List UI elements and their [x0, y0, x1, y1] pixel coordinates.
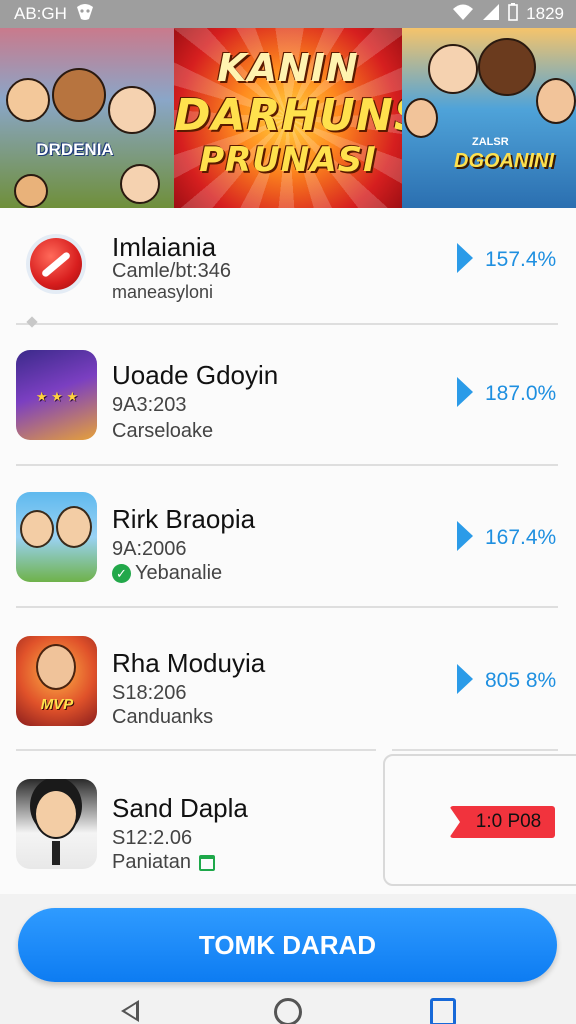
bottom-bar: TOMK DARAD [0, 894, 576, 1024]
app-subtitle: ✓ Yebanalie [112, 562, 222, 585]
banner-panel-left[interactable]: DRDENIA [0, 28, 174, 208]
system-nav-bar [0, 998, 576, 1024]
app-thumbnail-icon: ★ ★ ★ [16, 350, 97, 440]
status-time: 1829 [526, 4, 564, 23]
app-meta: S12:2.06 [112, 827, 193, 849]
verified-check-icon: ✓ [112, 564, 131, 583]
character-illustration [120, 164, 160, 204]
app-title: Sand Dapla [112, 793, 248, 823]
app-meta: Camle/bt:346 [112, 260, 231, 282]
battery-icon [508, 2, 518, 26]
character-illustration [428, 44, 478, 94]
home-icon[interactable] [274, 998, 302, 1024]
price-tag-text: 1:0 P08 [475, 811, 542, 832]
character-illustration [108, 86, 156, 134]
app-subtitle-text: Yebanalie [135, 562, 223, 584]
app-percent: 157.4% [485, 248, 557, 271]
app-subtitle-text: maneasyloni [112, 282, 214, 302]
promo-banner[interactable]: DRDENIA KANIN DARHUNS PRUNASI ZALSR DGOA… [0, 28, 576, 208]
app-subtitle: Canduanks [112, 706, 213, 729]
play-arrow-icon[interactable] [457, 243, 473, 273]
banner-title-line3: PRUNASI [199, 140, 377, 180]
status-bar: AB:GH 1829 [0, 0, 576, 28]
app-subtitle: Carseloake [112, 420, 213, 443]
app-title: Rirk Braopia [112, 504, 256, 534]
app-meta: 9A3:203 [112, 394, 187, 416]
app-subtitle-text: Canduanks [112, 706, 214, 728]
app-meta: S18:206 [112, 682, 187, 704]
app-meta: 9A:2006 [112, 538, 187, 560]
banner-panel-center[interactable]: KANIN DARHUNS PRUNASI [174, 28, 402, 208]
app-title: Rha Moduyia [112, 648, 266, 678]
character-illustration [404, 98, 438, 138]
back-icon[interactable] [121, 1000, 139, 1022]
status-left-text: AB:GH [14, 4, 67, 23]
character-illustration [536, 78, 576, 124]
character-illustration [478, 38, 536, 96]
shopping-bag-icon [198, 854, 215, 871]
app-thumbnail-icon: MVP [16, 636, 97, 726]
app-thumbnail-icon [16, 779, 97, 869]
character-illustration [6, 78, 50, 122]
banner-title-line1: KANIN [217, 46, 359, 90]
character-illustration [14, 174, 48, 208]
wifi-icon [452, 3, 474, 26]
character-illustration [52, 68, 106, 122]
play-arrow-icon[interactable] [457, 377, 473, 407]
app-logo-icon [30, 238, 82, 290]
banner-panel-right-label: DGOANINI [454, 150, 554, 172]
app-subtitle: maneasyloni [112, 282, 213, 303]
signal-icon [482, 3, 500, 26]
app-subtitle: Paniatan [112, 851, 215, 874]
app-percent: 167.4% [485, 526, 557, 549]
price-tag[interactable]: 1:0 P08 [449, 806, 555, 838]
app-subtitle-text: Carseloake [112, 420, 214, 442]
app-subtitle-text: Paniatan [112, 851, 191, 873]
app-thumbnail-icon [16, 492, 97, 582]
play-arrow-icon[interactable] [457, 521, 473, 551]
app-title: Uoade Gdoyin [112, 360, 279, 390]
banner-panel-left-label: DRDENIA [36, 140, 114, 159]
banner-title-line2: DARHUNS [174, 90, 402, 141]
recent-apps-icon[interactable] [430, 998, 456, 1024]
notification-icon [75, 3, 95, 26]
banner-panel-right-small: ZALSR [472, 136, 509, 148]
app-title: Imlaiania [112, 232, 217, 262]
play-arrow-icon[interactable] [457, 664, 473, 694]
app-percent: 187.0% [485, 382, 557, 405]
banner-panel-right[interactable]: ZALSR DGOANINI [402, 28, 576, 208]
app-percent: 805 8% [485, 669, 557, 692]
primary-cta-button[interactable]: TOMK DARAD [18, 908, 557, 982]
